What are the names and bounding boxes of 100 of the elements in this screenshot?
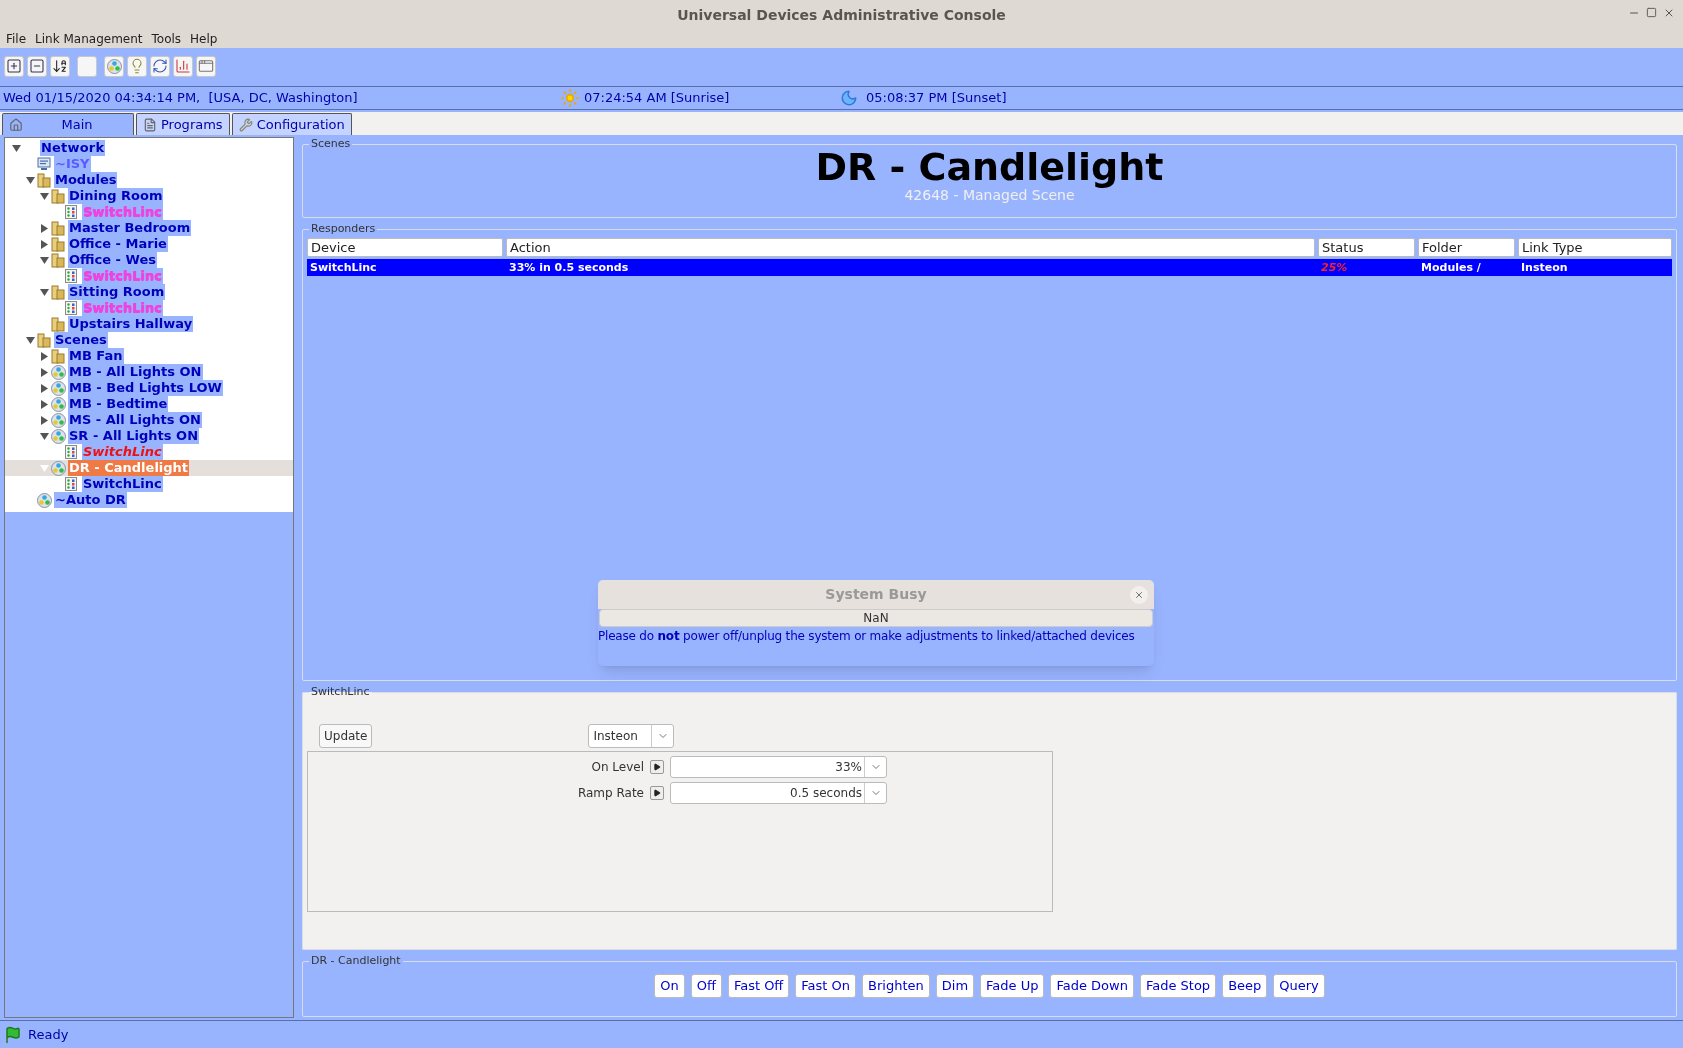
command-button[interactable]: Fast On bbox=[795, 973, 857, 998]
tree-item[interactable]: MB - Bed Lights LOW bbox=[68, 380, 223, 396]
bulb-icon bbox=[129, 58, 145, 74]
expand-arrow-icon[interactable] bbox=[39, 415, 49, 425]
folder-icon bbox=[51, 348, 65, 364]
folder-icon bbox=[51, 252, 65, 268]
folder-icon bbox=[51, 220, 65, 236]
tree-item[interactable]: Modules bbox=[54, 172, 118, 188]
tree-item[interactable]: SwitchLinc bbox=[82, 476, 163, 492]
tree-item[interactable]: MS - All Lights ON bbox=[68, 412, 202, 428]
command-button[interactable]: Fade Down bbox=[1050, 973, 1134, 998]
collapse-arrow-icon[interactable] bbox=[11, 143, 21, 153]
device-icon bbox=[65, 445, 77, 459]
collapse-all-icon bbox=[29, 58, 45, 74]
scene-title: DR - Candlelight bbox=[815, 146, 1164, 187]
collapse-arrow-icon[interactable] bbox=[39, 191, 49, 201]
tree-item[interactable]: Network bbox=[40, 140, 106, 156]
menu-item[interactable]: Link Management bbox=[35, 30, 143, 48]
window-title: Universal Devices Administrative Console bbox=[677, 5, 1006, 25]
command-button[interactable]: Fade Stop bbox=[1139, 973, 1217, 998]
flag-icon bbox=[4, 1025, 22, 1044]
expand-arrow-icon[interactable] bbox=[39, 223, 49, 233]
tab[interactable]: Programs bbox=[136, 113, 230, 135]
scene-icon bbox=[37, 492, 52, 508]
column-header[interactable]: Device bbox=[307, 237, 503, 257]
expand-button[interactable] bbox=[650, 759, 664, 774]
scene-icon bbox=[51, 396, 66, 412]
field-label: On Level bbox=[590, 758, 645, 776]
folder-icon bbox=[51, 188, 65, 204]
moon-icon bbox=[840, 89, 858, 107]
chart-icon bbox=[175, 58, 191, 74]
folder-icon bbox=[51, 236, 65, 252]
maximize-icon[interactable] bbox=[1646, 7, 1657, 18]
close-icon bbox=[1134, 589, 1144, 600]
table-row[interactable]: SwitchLinc 33% in 0.5 seconds 25% Modules / Insteon bbox=[307, 258, 1672, 276]
tab[interactable]: Main bbox=[2, 113, 134, 135]
tree-item[interactable]: MB - Bedtime bbox=[68, 396, 169, 412]
expand-arrow-icon[interactable] bbox=[39, 351, 49, 361]
expand-button[interactable] bbox=[650, 785, 664, 800]
command-button[interactable]: Dim bbox=[935, 973, 975, 998]
value-dropdown[interactable]: 0.5 seconds bbox=[670, 781, 887, 804]
tab[interactable]: Configuration bbox=[231, 113, 352, 135]
column-header[interactable]: Folder bbox=[1418, 237, 1515, 257]
expand-all-icon bbox=[6, 58, 22, 74]
update-button[interactable]: Update bbox=[319, 723, 373, 748]
play-icon bbox=[653, 788, 661, 797]
menu-item[interactable]: Help bbox=[190, 30, 218, 48]
tree-item[interactable]: MB Fan bbox=[68, 348, 124, 364]
group-label: SwitchLinc bbox=[310, 684, 371, 700]
collapse-arrow-icon[interactable] bbox=[25, 335, 35, 345]
tree-item[interactable]: Office - Marie bbox=[68, 236, 168, 252]
command-button[interactable]: Beep bbox=[1222, 973, 1268, 998]
collapse-arrow-icon[interactable] bbox=[25, 175, 35, 185]
command-button[interactable]: Fade Up bbox=[980, 973, 1045, 998]
command-button[interactable]: Fast Off bbox=[727, 973, 790, 998]
menu-item[interactable]: File bbox=[6, 30, 27, 48]
table-cell-text: SwitchLinc bbox=[309, 259, 378, 276]
field-label: Ramp Rate bbox=[576, 784, 645, 802]
tree-item[interactable]: MB - All Lights ON bbox=[68, 364, 203, 380]
menu-item[interactable]: Tools bbox=[151, 30, 182, 48]
command-button[interactable]: On bbox=[654, 973, 685, 998]
command-button[interactable]: Brighten bbox=[862, 973, 930, 998]
dialog-message: Please do not power off/unplug the system or make adjustments to linked/attached devices bbox=[598, 628, 1136, 645]
collapse-arrow-icon[interactable] bbox=[39, 287, 49, 297]
expand-arrow-icon[interactable] bbox=[39, 367, 49, 377]
toolbar-button[interactable] bbox=[50, 55, 70, 77]
column-header[interactable]: Action bbox=[506, 237, 1315, 257]
expand-arrow-icon[interactable] bbox=[39, 239, 49, 249]
tree-item[interactable]: ~Auto DR bbox=[54, 492, 127, 508]
scene-subtitle: 42648 - Managed Scene bbox=[904, 186, 1075, 203]
expand-arrow-icon[interactable] bbox=[39, 383, 49, 393]
column-header[interactable]: Status bbox=[1318, 237, 1415, 257]
close-icon[interactable] bbox=[1663, 7, 1675, 19]
scene-icon bbox=[106, 58, 122, 74]
link-type-dropdown[interactable]: Insteon bbox=[588, 723, 675, 748]
computer-icon bbox=[37, 157, 51, 171]
scene-icon bbox=[51, 364, 66, 380]
tree-item[interactable]: Master Bedroom bbox=[68, 220, 192, 236]
command-button[interactable]: Off bbox=[690, 973, 722, 998]
value-dropdown[interactable]: 33% bbox=[670, 755, 887, 778]
close-button[interactable] bbox=[1130, 585, 1148, 604]
collapse-arrow-icon[interactable] bbox=[39, 255, 49, 265]
tree-item[interactable]: Upstairs Hallway bbox=[68, 316, 194, 332]
scene-icon bbox=[51, 460, 66, 476]
device-icon bbox=[65, 205, 77, 219]
play-icon bbox=[653, 762, 661, 771]
tree-item[interactable]: Office - Wes bbox=[68, 252, 157, 268]
column-header[interactable]: Link Type bbox=[1518, 237, 1672, 257]
command-button[interactable]: Query bbox=[1273, 973, 1325, 998]
tree-item[interactable]: Scenes bbox=[54, 332, 108, 348]
tree-item[interactable]: SR - All Lights ON bbox=[68, 428, 200, 444]
expand-arrow-icon[interactable] bbox=[39, 399, 49, 409]
sunset-time: 05:08:37 PM [Sunset] bbox=[866, 89, 1007, 108]
collapse-arrow-icon[interactable] bbox=[39, 431, 49, 441]
folder-icon bbox=[37, 172, 51, 188]
sun-icon bbox=[560, 88, 580, 108]
refresh-icon bbox=[152, 58, 168, 74]
toolbar-button[interactable] bbox=[150, 55, 170, 77]
tree-item[interactable]: Sitting Room bbox=[68, 284, 166, 300]
tree-item[interactable]: Dining Room bbox=[68, 188, 164, 204]
